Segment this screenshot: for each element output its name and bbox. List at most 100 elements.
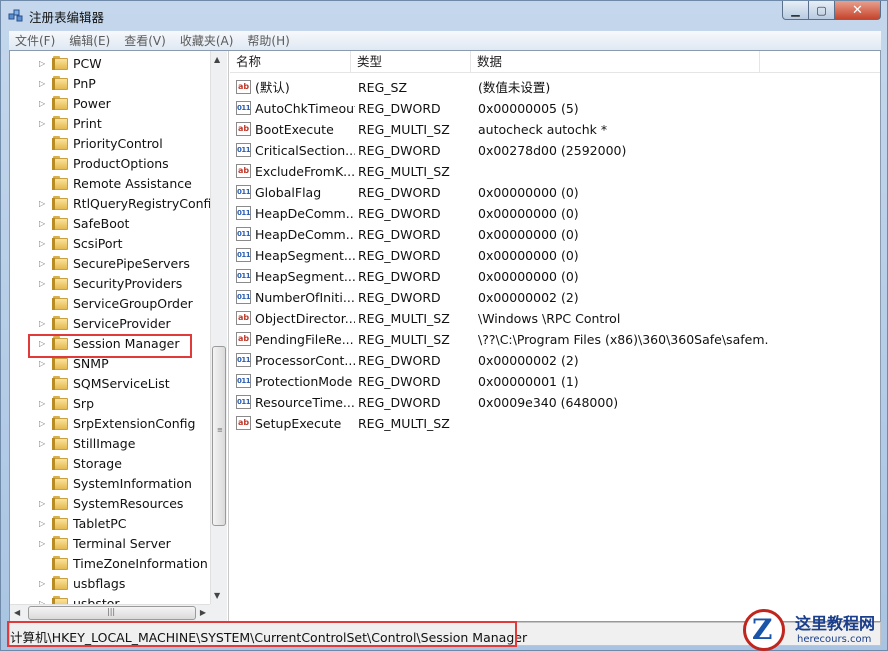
tree-item[interactable]: ▷ SafeBoot: [10, 213, 210, 233]
tree-item[interactable]: ▷ PnP: [10, 73, 210, 93]
value-row[interactable]: 011 HeapDeComm... REG_DWORD 0x00000000 (0): [230, 224, 880, 245]
tree-item[interactable]: TimeZoneInformation: [10, 553, 210, 573]
scroll-up-icon[interactable]: ▲: [214, 55, 220, 64]
value-row[interactable]: ab SetupExecute REG_MULTI_SZ: [230, 413, 880, 434]
folder-icon: [52, 296, 69, 310]
value-row[interactable]: 011 HeapSegment... REG_DWORD 0x00000000 (0): [230, 245, 880, 266]
tree-horizontal-scroll-thumb[interactable]: |||: [28, 606, 196, 620]
tree-item[interactable]: ▷ usbflags: [10, 573, 210, 593]
expand-arrow-icon[interactable]: ▷: [39, 399, 47, 408]
tree-item[interactable]: ProductOptions: [10, 153, 210, 173]
tree-item[interactable]: ▷ ScsiPort: [10, 233, 210, 253]
expand-arrow-icon[interactable]: ▷: [39, 499, 47, 508]
binary-value-icon: 011: [236, 143, 251, 157]
tree-item-label: Terminal Server: [73, 535, 171, 551]
scroll-left-icon[interactable]: ◀: [14, 608, 20, 617]
value-data: \Windows \RPC Control: [478, 311, 621, 326]
value-row[interactable]: 011 ResourceTime... REG_DWORD 0x0009e340 (6…: [230, 392, 880, 413]
value-row[interactable]: 011 GlobalFlag REG_DWORD 0x00000000 (0): [230, 182, 880, 203]
value-type: REG_MULTI_SZ: [358, 332, 450, 347]
folder-icon: [52, 516, 69, 530]
value-row[interactable]: ab ObjectDirector... REG_MULTI_SZ \Windows …: [230, 308, 880, 329]
tree-item[interactable]: ▷ TabletPC: [10, 513, 210, 533]
expand-arrow-icon[interactable]: ▷: [39, 439, 47, 448]
close-button[interactable]: ✕: [835, 1, 881, 20]
value-type: REG_DWORD: [358, 374, 441, 389]
expand-arrow-icon[interactable]: ▷: [39, 59, 47, 68]
tree-vertical-scrollbar[interactable]: ▲ ≡ ▼: [210, 51, 227, 604]
value-row[interactable]: 011 HeapDeComm... REG_DWORD 0x00000000 (0): [230, 203, 880, 224]
expand-arrow-icon[interactable]: ▷: [39, 119, 47, 128]
value-row[interactable]: ab (默认) REG_SZ (数值未设置): [230, 77, 880, 98]
tree-item[interactable]: Storage: [10, 453, 210, 473]
list-header: 名称 类型 数据: [230, 51, 880, 73]
expand-arrow-icon[interactable]: ▷: [39, 579, 47, 588]
tree-item[interactable]: SQMServiceList: [10, 373, 210, 393]
tree-item-label: PnP: [73, 75, 96, 91]
menu-view[interactable]: 查看(V): [124, 32, 166, 49]
tree-item[interactable]: Remote Assistance: [10, 173, 210, 193]
expand-arrow-icon[interactable]: ▷: [39, 419, 47, 428]
scroll-right-icon[interactable]: ▶: [200, 608, 206, 617]
tree-item[interactable]: ▷ SrpExtensionConfig: [10, 413, 210, 433]
expand-arrow-icon[interactable]: ▷: [39, 259, 47, 268]
menu-edit[interactable]: 编辑(E): [69, 32, 110, 49]
menu-file[interactable]: 文件(F): [15, 32, 55, 49]
scroll-down-icon[interactable]: ▼: [214, 591, 220, 600]
value-name: AutoChkTimeout: [255, 101, 355, 116]
tree-item[interactable]: ▷ Power: [10, 93, 210, 113]
tree-item[interactable]: ▷ Print: [10, 113, 210, 133]
expand-arrow-icon[interactable]: ▷: [39, 199, 47, 208]
tree-item[interactable]: ▷ SystemResources: [10, 493, 210, 513]
tree-item[interactable]: ▷ PCW: [10, 53, 210, 73]
value-row[interactable]: ab BootExecute REG_MULTI_SZ autocheck autoc…: [230, 119, 880, 140]
tree-vertical-scroll-thumb[interactable]: ≡: [212, 346, 226, 526]
binary-value-icon: 011: [236, 101, 251, 115]
registry-editor-window: 注册表编辑器 ▁ ▢ ✕ 文件(F) 编辑(E) 查看(V) 收藏夹(A) 帮助…: [0, 0, 888, 651]
binary-value-icon: 011: [236, 269, 251, 283]
minimize-button[interactable]: ▁: [782, 1, 809, 20]
expand-arrow-icon[interactable]: ▷: [39, 99, 47, 108]
menu-help[interactable]: 帮助(H): [247, 32, 289, 49]
value-list-pane[interactable]: 名称 类型 数据 ab (默认) REG_SZ (数值未设置) 011 AutoChkTi…: [230, 51, 880, 621]
value-row[interactable]: 011 ProtectionMode REG_DWORD 0x00000001 (1): [230, 371, 880, 392]
value-data: [478, 161, 768, 182]
value-row[interactable]: ab PendingFileRe... REG_MULTI_SZ \??\C:\Pro…: [230, 329, 880, 350]
expand-arrow-icon[interactable]: ▷: [39, 79, 47, 88]
expand-arrow-icon[interactable]: ▷: [39, 519, 47, 528]
column-header-name[interactable]: 名称: [230, 51, 351, 73]
value-row[interactable]: 011 NumberOfIniti... REG_DWORD 0x00000002 (…: [230, 287, 880, 308]
value-row[interactable]: ab ExcludeFromK... REG_MULTI_SZ: [230, 161, 880, 182]
expand-arrow-icon[interactable]: ▷: [39, 539, 47, 548]
tree-item[interactable]: ▷ ServiceProvider: [10, 313, 210, 333]
expand-arrow-icon[interactable]: ▷: [39, 359, 47, 368]
tree-item[interactable]: ▷ RtlQueryRegistryConfig: [10, 193, 219, 213]
tree-item[interactable]: ▷ SecurePipeServers: [10, 253, 210, 273]
value-row[interactable]: 011 ProcessorCont... REG_DWORD 0x00000002 (…: [230, 350, 880, 371]
tree-horizontal-scrollbar[interactable]: ◀ ||| ▶: [10, 604, 210, 621]
expand-arrow-icon[interactable]: ▷: [39, 239, 47, 248]
tree-item[interactable]: ▷ Terminal Server: [10, 533, 210, 553]
expand-arrow-icon[interactable]: ▷: [39, 319, 47, 328]
tree-item[interactable]: ▷ StillImage: [10, 433, 210, 453]
tree-item-label: SystemResources: [73, 495, 184, 511]
folder-icon: [52, 576, 69, 590]
value-row[interactable]: 011 AutoChkTimeout REG_DWORD 0x00000005 (5): [230, 98, 880, 119]
title-bar[interactable]: 注册表编辑器 ▁ ▢ ✕: [1, 1, 887, 29]
column-header-data[interactable]: 数据: [471, 51, 760, 73]
column-header-type[interactable]: 类型: [351, 51, 471, 73]
tree-item[interactable]: ServiceGroupOrder: [10, 293, 210, 313]
value-row[interactable]: 011 HeapSegment... REG_DWORD 0x00000000 (0): [230, 266, 880, 287]
expand-arrow-icon[interactable]: ▷: [39, 219, 47, 228]
value-row[interactable]: 011 CriticalSection... REG_DWORD 0x00278d00…: [230, 140, 880, 161]
value-data: 0x00278d00 (2592000): [478, 143, 627, 158]
menu-favorites[interactable]: 收藏夹(A): [180, 32, 234, 49]
tree-item[interactable]: ▷ Srp: [10, 393, 210, 413]
tree-item[interactable]: ▷ SecurityProviders: [10, 273, 210, 293]
expand-arrow-icon[interactable]: ▷: [39, 279, 47, 288]
tree-item[interactable]: SystemInformation: [10, 473, 210, 493]
tree-item[interactable]: PriorityControl: [10, 133, 210, 153]
selected-key-highlight-box: [28, 334, 192, 358]
tree-item-label: SQMServiceList: [73, 375, 170, 391]
maximize-button[interactable]: ▢: [809, 1, 835, 20]
